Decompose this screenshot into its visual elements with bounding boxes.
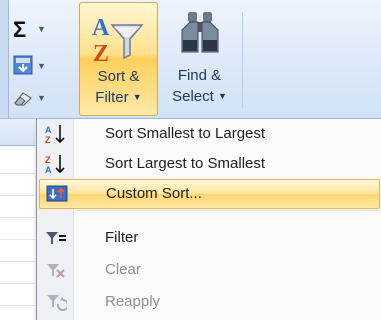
chevron-down-icon: ▼	[217, 91, 227, 101]
svg-text:Z: Z	[93, 41, 109, 65]
sort-filter-button[interactable]: A Z Sort & Filter ▼	[79, 2, 158, 116]
sort-descending-icon: Z A	[45, 155, 65, 174]
menu-item-sort-descending[interactable]: Z A Sort Largest to Smallest	[39, 149, 380, 179]
grid-line	[0, 305, 35, 306]
menu-item-clear[interactable]: Clear	[39, 255, 380, 285]
filter-icon	[46, 232, 66, 244]
menu-item-label: Clear	[105, 261, 141, 278]
menu-item-filter[interactable]: Filter	[39, 223, 380, 253]
reapply-filter-icon	[47, 295, 67, 311]
find-select-label-1: Find &	[177, 67, 222, 84]
ribbon-divider	[0, 0, 9, 118]
fill-icon	[13, 55, 33, 75]
grid-line	[0, 217, 35, 218]
column-header	[0, 119, 35, 146]
fill-button[interactable]: ▼	[11, 55, 46, 77]
autosum-button[interactable]: Σ ▼	[11, 17, 46, 42]
menu-item-label: Custom Sort...	[106, 185, 202, 202]
svg-text:A: A	[92, 15, 110, 41]
binoculars-icon	[181, 12, 219, 53]
find-select-button[interactable]: Find & Select ▼	[162, 2, 237, 114]
sort-filter-label-2: Filter ▼	[80, 87, 157, 108]
eraser-icon	[14, 92, 32, 106]
chevron-down-icon: ▼	[37, 93, 46, 103]
menu-item-label: Sort Largest to Smallest	[105, 155, 266, 172]
menu-item-label: Sort Smallest to Largest	[105, 125, 266, 142]
svg-text:A: A	[45, 165, 52, 174]
chevron-down-icon: ▼	[132, 92, 142, 102]
svg-text:Z: Z	[45, 135, 51, 144]
grid-line	[0, 283, 35, 284]
custom-sort-icon	[46, 185, 68, 202]
grid-line	[0, 173, 35, 174]
svg-text:Z: Z	[45, 155, 51, 165]
sort-filter-label-2-text: Filter	[95, 89, 129, 106]
ribbon: Σ ▼ ▼ ▼ A Z Sort & Filter ▼ Find & Selec…	[0, 0, 381, 119]
clear-filter-icon	[47, 264, 65, 278]
grid-line	[0, 261, 35, 262]
chevron-down-icon: ▼	[37, 24, 46, 34]
sort-filter-menu: A Z Sort Smallest to Largest Z A Sort La…	[36, 119, 381, 320]
menu-item-reapply[interactable]: Reapply	[39, 287, 380, 317]
sort-filter-label-1: Sort &	[97, 68, 140, 85]
grid-line	[0, 239, 35, 240]
find-select-label-2-text: Select	[172, 88, 214, 105]
chevron-down-icon: ▼	[37, 61, 46, 71]
group-separator	[242, 12, 243, 108]
grid-line	[0, 195, 35, 196]
menu-separator	[77, 210, 380, 211]
menu-item-label: Reapply	[105, 293, 161, 310]
worksheet-grid	[0, 119, 35, 320]
clear-button[interactable]: ▼	[11, 88, 46, 110]
svg-text:A: A	[45, 125, 52, 135]
menu-item-custom-sort[interactable]: Custom Sort...	[39, 179, 380, 209]
find-select-label-2: Select ▼	[162, 86, 237, 107]
sort-ascending-icon: A Z	[45, 125, 65, 144]
autosum-icon: Σ	[13, 17, 27, 42]
sort-filter-icon: A Z	[92, 15, 144, 65]
menu-item-sort-ascending[interactable]: A Z Sort Smallest to Largest	[39, 119, 380, 149]
menu-item-label: Filter	[105, 229, 139, 246]
